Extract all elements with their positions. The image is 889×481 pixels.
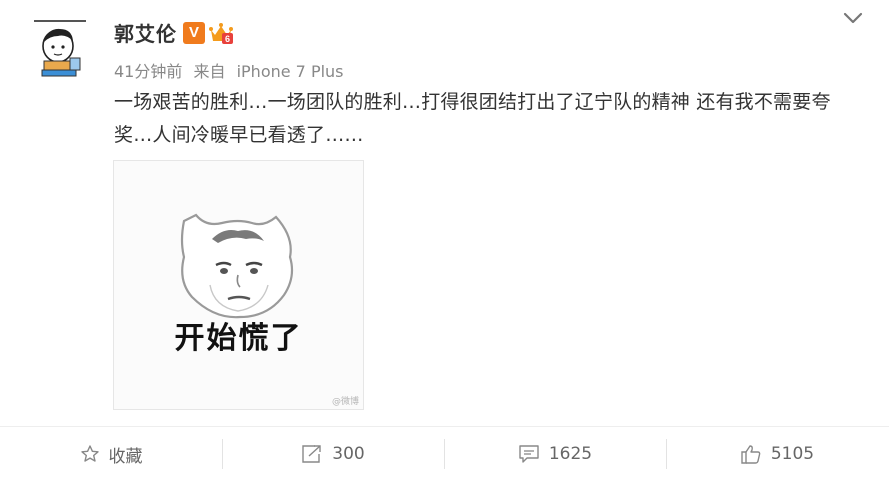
comment-button[interactable]: 1625 <box>444 427 666 481</box>
post-time[interactable]: 41分钟前 <box>114 62 182 81</box>
vip-crown-icon[interactable]: 6 <box>208 21 234 45</box>
post-header: 郭艾伦 V 6 <box>114 18 234 47</box>
like-button[interactable]: 5105 <box>666 427 888 481</box>
post-text: 一场艰苦的胜利…一场团队的胜利…打得很团结打出了辽宁队的精神 还有我不需要夸奖…… <box>114 91 831 146</box>
image-watermark: @微博 <box>331 397 359 407</box>
like-count: 5105 <box>770 444 815 464</box>
meme-face-image <box>114 161 363 409</box>
favorite-label: 收藏 <box>108 446 143 467</box>
favorite-button[interactable]: 收藏 <box>0 427 222 481</box>
weibo-post-card: 郭艾伦 V 6 41分钟前 来自 iPhone 7 Plus 一场艰苦的胜利…一… <box>0 0 889 481</box>
share-icon <box>302 445 321 463</box>
avatar[interactable] <box>30 16 90 82</box>
source-prefix: 来自 <box>193 62 226 81</box>
verified-icon[interactable]: V <box>183 21 205 44</box>
comment-icon <box>519 445 539 463</box>
image-caption: 开始慌了 <box>174 321 303 356</box>
username[interactable]: 郭艾伦 <box>114 18 177 47</box>
thumbs-up-icon <box>741 445 761 464</box>
svg-text:6: 6 <box>225 34 230 44</box>
star-icon <box>80 445 99 462</box>
chevron-down-icon[interactable] <box>842 10 864 26</box>
comment-count: 1625 <box>548 444 593 464</box>
post-image[interactable]: 开始慌了 @微博 <box>113 160 364 410</box>
action-bar: 收藏 300 1625 5105 <box>0 427 889 481</box>
repost-button[interactable]: 300 <box>222 427 444 481</box>
repost-count: 300 <box>332 444 365 464</box>
cartoon-avatar-icon <box>30 16 90 82</box>
post-source: iPhone 7 Plus <box>236 62 344 81</box>
post-meta: 41分钟前 来自 iPhone 7 Plus <box>114 58 350 82</box>
